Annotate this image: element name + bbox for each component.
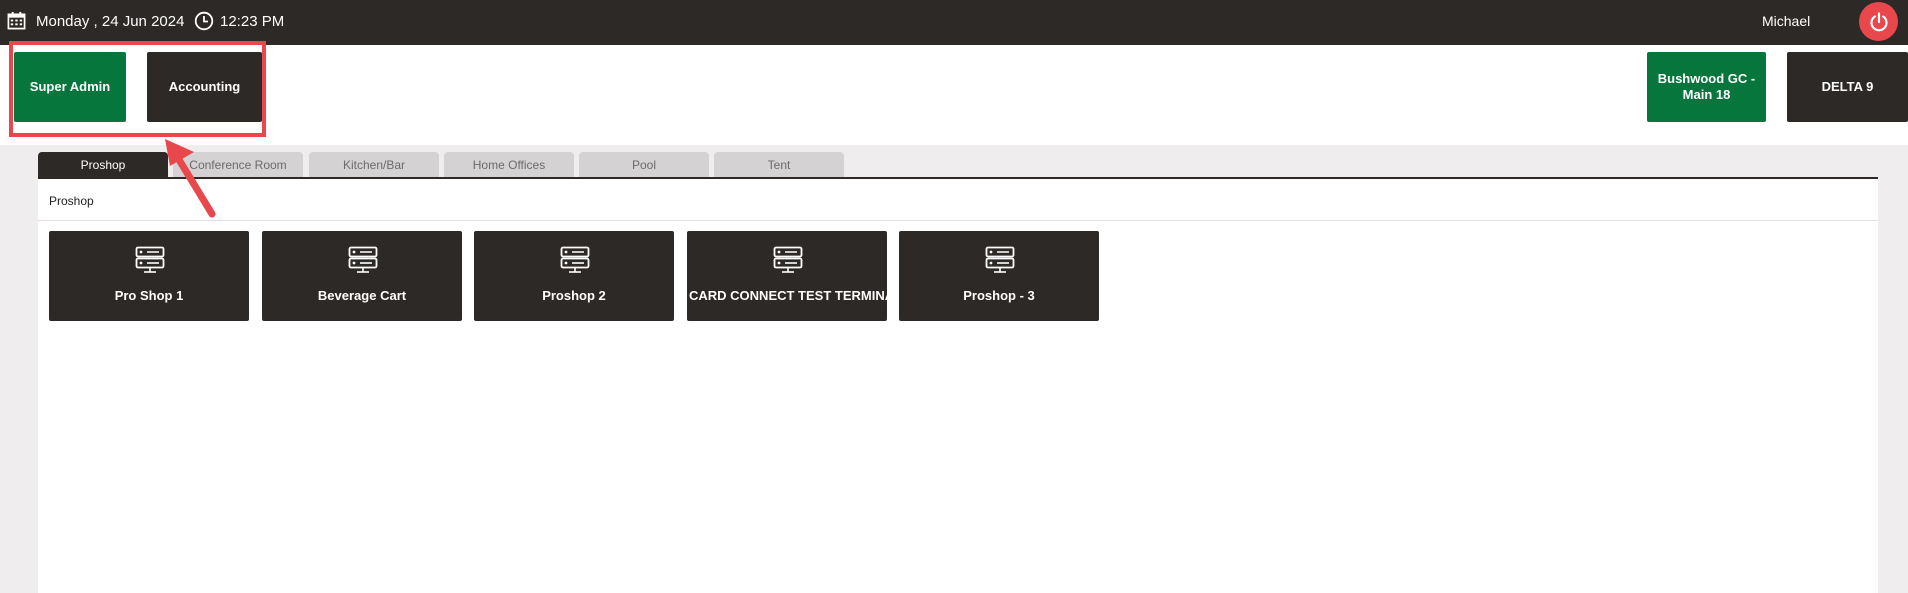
user-name: Michael [1762, 13, 1811, 29]
delta-button[interactable]: DELTA 9 [1787, 52, 1908, 122]
tab-label: Conference Room [189, 158, 287, 172]
terminal-label: Beverage Cart [317, 288, 407, 303]
top-bar: Monday , 24 Jun 2024 12:23 PM Michael [0, 0, 1908, 45]
current-time: 12:23 PM [220, 13, 285, 30]
server-icon [773, 246, 803, 273]
terminal-label: Proshop - 3 [963, 288, 1035, 303]
terminal-tile[interactable]: CARD CONNECT TEST TERMINAL [687, 231, 887, 321]
accounting-label: Accounting [168, 79, 241, 94]
tab-proshop[interactable]: Proshop [38, 152, 168, 178]
super-admin-label: Super Admin [29, 79, 111, 94]
power-button[interactable] [1859, 2, 1898, 41]
server-icon [135, 246, 165, 273]
server-icon [985, 246, 1015, 273]
tab-home-offices[interactable]: Home Offices [444, 152, 574, 178]
current-date: Monday , 24 Jun 2024 [36, 13, 185, 30]
course-label: Bushwood GC - Main 18 [1657, 71, 1756, 102]
tab-label: Tent [767, 158, 791, 172]
course-button[interactable]: Bushwood GC - Main 18 [1647, 52, 1766, 122]
terminal-tile[interactable]: Pro Shop 1 [49, 231, 249, 321]
terminal-tile[interactable]: Proshop - 3 [899, 231, 1099, 321]
tab-label: Home Offices [472, 158, 546, 172]
tab-conference-room[interactable]: Conference Room [173, 152, 303, 178]
calendar-icon [7, 11, 26, 30]
tab-pool[interactable]: Pool [579, 152, 709, 178]
tab-label: Pool [631, 158, 657, 172]
server-icon [348, 246, 378, 273]
terminal-tile[interactable]: Proshop 2 [474, 231, 674, 321]
divider [38, 220, 1878, 221]
tab-label: Kitchen/Bar [342, 158, 406, 172]
role-bar [0, 45, 1908, 145]
server-icon [560, 246, 590, 273]
delta-label: DELTA 9 [1821, 79, 1874, 94]
super-admin-button[interactable]: Super Admin [14, 52, 126, 122]
terminal-label: CARD CONNECT TEST TERMINAL [689, 288, 887, 303]
power-icon [1869, 11, 1888, 31]
terminal-label: Proshop 2 [542, 288, 606, 303]
terminal-tile[interactable]: Beverage Cart [262, 231, 462, 321]
accounting-button[interactable]: Accounting [147, 52, 262, 122]
terminal-label: Pro Shop 1 [114, 288, 184, 303]
tab-label: Proshop [80, 158, 126, 172]
breadcrumb: Proshop [49, 194, 94, 208]
tab-kitchen-bar[interactable]: Kitchen/Bar [309, 152, 439, 178]
tab-tent[interactable]: Tent [714, 152, 844, 178]
clock-icon [194, 11, 214, 31]
